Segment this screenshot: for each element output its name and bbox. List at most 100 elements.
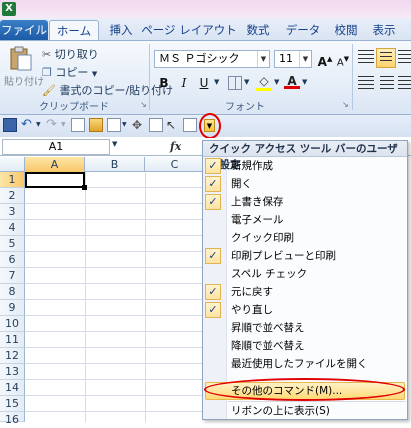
excel-app-icon[interactable]: X — [2, 2, 16, 16]
font-name-value: ＭＳ Ｐゴシック — [159, 52, 240, 65]
row-header[interactable]: 5 — [0, 236, 25, 252]
gridline — [25, 347, 205, 348]
title-bar — [0, 0, 411, 18]
chevron-down-icon[interactable]: ▼ — [299, 51, 311, 67]
new-document-icon[interactable] — [71, 118, 85, 132]
fx-icon[interactable]: fx — [170, 140, 181, 153]
chevron-down-icon[interactable]: ▼ — [36, 121, 41, 128]
tab-review[interactable]: 校閲 — [328, 20, 364, 40]
paste-label: 貼り付け — [4, 77, 44, 88]
align-right-icon[interactable] — [398, 76, 411, 90]
align-top-icon[interactable] — [358, 50, 374, 66]
column-header-c[interactable]: C — [145, 157, 205, 172]
menu-item-quick-print[interactable]: クイック印刷 — [203, 229, 407, 247]
underline-button[interactable]: U — [195, 74, 213, 92]
italic-button[interactable]: I — [175, 74, 193, 92]
bold-button[interactable]: B — [155, 74, 173, 92]
undo-icon[interactable]: ↶ — [21, 118, 35, 132]
menu-item-show-below-ribbon[interactable]: リボンの上に表示(S) — [203, 402, 407, 420]
open-folder-icon[interactable] — [89, 118, 103, 132]
chevron-down-icon[interactable]: ▼ — [214, 78, 219, 86]
gridline — [25, 235, 205, 236]
row-header[interactable]: 6 — [0, 252, 25, 268]
menu-item-sort-desc[interactable]: 降順で並べ替え — [203, 337, 407, 355]
row-header[interactable]: 14 — [0, 380, 25, 396]
menu-item-recent-files[interactable]: 最近使用したファイルを開く — [203, 355, 407, 373]
fill-color-icon[interactable]: ◇ — [256, 74, 272, 92]
gridline — [25, 331, 205, 332]
menu-item-sort-asc[interactable]: 昇順で並べ替え — [203, 319, 407, 337]
menu-item-print-preview[interactable]: 印刷プレビューと印刷 — [203, 247, 407, 265]
shrink-font-button[interactable]: A▼ — [334, 50, 352, 68]
chevron-down-icon[interactable]: ▼ — [257, 51, 269, 67]
row-header[interactable]: 8 — [0, 284, 25, 300]
dialog-launcher-icon[interactable]: ↘ — [342, 100, 349, 109]
align-bottom-icon[interactable] — [398, 50, 411, 66]
grow-font-button[interactable]: A▲ — [316, 50, 334, 69]
fill-handle[interactable] — [82, 185, 87, 190]
format-painter-button[interactable]: 🖌 書式のコピー/貼り付け — [42, 82, 173, 98]
more-commands-highlight-circle — [204, 378, 405, 401]
copy-button[interactable]: ❐ コピー ▼ — [42, 64, 97, 80]
chevron-down-icon[interactable]: ▼ — [122, 121, 127, 128]
chevron-down-icon[interactable]: ▼ — [61, 121, 66, 128]
group-divider — [352, 44, 353, 110]
font-name-combo[interactable]: ＭＳ Ｐゴシック ▼ — [154, 50, 270, 68]
chevron-down-icon[interactable]: ▼ — [112, 140, 117, 148]
menu-item-open[interactable]: 開く — [203, 175, 407, 193]
name-box[interactable]: A1 — [2, 139, 110, 155]
row-header[interactable]: 4 — [0, 220, 25, 236]
row-header[interactable]: 15 — [0, 396, 25, 412]
align-middle-button[interactable] — [376, 48, 396, 68]
font-size-combo[interactable]: 11 ▼ — [274, 50, 312, 68]
gridline — [25, 251, 205, 252]
menu-item-new[interactable]: 新規作成 — [203, 157, 407, 175]
chevron-down-icon[interactable]: ▼ — [274, 78, 279, 86]
row-header[interactable]: 11 — [0, 332, 25, 348]
tab-home[interactable]: ホーム — [49, 20, 99, 40]
tab-page-layout[interactable]: ページ レイアウト — [141, 20, 237, 40]
dialog-launcher-icon[interactable]: ↘ — [140, 100, 147, 109]
active-cell-a1[interactable] — [25, 172, 85, 188]
row-header[interactable]: 2 — [0, 188, 25, 204]
align-center-icon[interactable] — [380, 76, 394, 90]
borders-icon[interactable] — [228, 76, 242, 90]
pointer-icon[interactable]: ↖ — [166, 118, 180, 132]
row-header[interactable]: 3 — [0, 204, 25, 220]
chevron-down-icon[interactable]: ▼ — [302, 78, 307, 86]
row-header[interactable]: 16 — [0, 412, 25, 426]
menu-item-spelling[interactable]: スペル チェック — [203, 265, 407, 283]
document-icon[interactable] — [183, 118, 197, 132]
column-header-b[interactable]: B — [85, 157, 145, 172]
menu-item-email[interactable]: 電子メール — [203, 211, 407, 229]
column-header-a[interactable]: A — [25, 157, 85, 172]
font-color-icon[interactable]: A — [284, 74, 300, 92]
menu-item-undo[interactable]: 元に戻す — [203, 283, 407, 301]
chevron-down-icon[interactable]: ▼ — [244, 78, 249, 86]
tab-view[interactable]: 表示 — [364, 20, 404, 40]
select-all-corner[interactable] — [0, 157, 25, 172]
tab-insert[interactable]: 挿入 — [101, 20, 141, 40]
tab-formulas[interactable]: 数式 — [238, 20, 278, 40]
paste-button[interactable] — [6, 46, 34, 72]
shrink-font-label: A — [336, 57, 344, 69]
row-header[interactable]: 9 — [0, 300, 25, 316]
redo-icon[interactable]: ↷ — [46, 118, 60, 132]
row-header[interactable]: 13 — [0, 364, 25, 380]
tab-file[interactable]: ファイル — [0, 20, 48, 40]
move-icon[interactable]: ✥ — [132, 118, 146, 132]
save-icon[interactable] — [3, 118, 17, 132]
menu-item-save[interactable]: 上書き保存 — [203, 193, 407, 211]
row-header[interactable]: 10 — [0, 316, 25, 332]
cut-button[interactable]: ✂ 切り取り — [42, 46, 99, 62]
qat-highlight-circle — [199, 113, 221, 139]
sort-icon[interactable] — [149, 118, 163, 132]
print-preview-icon[interactable] — [107, 118, 121, 132]
align-left-icon[interactable] — [358, 76, 374, 90]
row-header[interactable]: 1 — [0, 172, 25, 188]
tab-data[interactable]: データ — [279, 20, 327, 40]
row-header[interactable]: 7 — [0, 268, 25, 284]
gridline — [145, 172, 146, 422]
row-header[interactable]: 12 — [0, 348, 25, 364]
menu-item-redo[interactable]: やり直し — [203, 301, 407, 319]
